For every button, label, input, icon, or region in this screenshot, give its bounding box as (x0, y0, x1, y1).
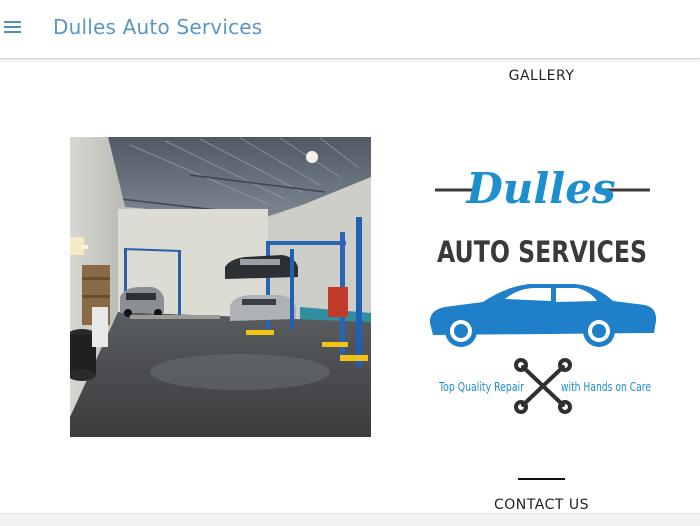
logo-script-text: Dulles (465, 164, 615, 213)
site-title[interactable]: Dulles Auto Services (53, 15, 262, 39)
gallery-heading: GALLERY (508, 68, 575, 84)
page-bottom-edge (0, 513, 700, 526)
logo-main-text: AUTO SERVICES (437, 235, 647, 269)
dulles-auto-services-logo[interactable]: Dulles AUTO SERVICES Top Quality Repair … (425, 155, 665, 420)
contact-heading: CONTACT US (494, 497, 589, 513)
top-app-bar: Dulles Auto Services (0, 0, 700, 59)
hamburger-menu-icon[interactable] (4, 19, 22, 35)
car-icon (429, 284, 657, 347)
logo-tagline-right: with Hands on Care (561, 380, 651, 394)
contact-divider (518, 478, 565, 480)
auto-shop-interior-photo[interactable] (70, 137, 371, 437)
logo-tagline-left: Top Quality Repair (438, 380, 524, 394)
